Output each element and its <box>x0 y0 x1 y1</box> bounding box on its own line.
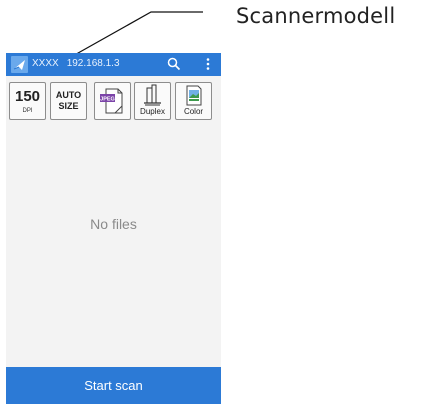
resolution-value: 150 <box>14 88 41 105</box>
phone-screen: XXXX 192.168.1.3 150 DPI AUTO SIZE JPEG … <box>6 53 221 404</box>
scanner-ip-address: 192.168.1.3 <box>66 58 120 69</box>
color-mode-label: Color <box>183 107 204 116</box>
empty-list-message: No files <box>90 216 137 232</box>
search-icon[interactable] <box>166 56 182 72</box>
scan-settings-toolbar: 150 DPI AUTO SIZE JPEG Duplex Color <box>6 76 221 127</box>
scanner-model-name: XXXX <box>32 58 59 69</box>
color-mode-button[interactable]: Color <box>175 82 212 120</box>
callout-label: Scannermodell <box>236 4 396 28</box>
app-bar: XXXX 192.168.1.3 <box>6 53 221 76</box>
overflow-menu-icon[interactable] <box>200 56 216 72</box>
paper-size-line1: AUTO <box>55 90 82 100</box>
file-format-button[interactable]: JPEG <box>94 82 131 120</box>
jpeg-file-icon: JPEG <box>100 88 123 114</box>
resolution-button[interactable]: 150 DPI <box>9 82 46 120</box>
start-scan-button[interactable]: Start scan <box>6 367 221 404</box>
paper-size-line2: SIZE <box>58 101 79 111</box>
duplex-button[interactable]: Duplex <box>134 82 171 120</box>
app-logo-icon[interactable] <box>11 56 28 73</box>
color-mode-icon <box>186 85 202 106</box>
resolution-unit: DPI <box>22 108 33 114</box>
scanner-model[interactable]: XXXX 192.168.1.3 <box>32 58 120 69</box>
paper-size-button[interactable]: AUTO SIZE <box>50 82 87 120</box>
duplex-icon <box>144 84 161 106</box>
duplex-label: Duplex <box>140 107 165 116</box>
file-format-label: JPEG <box>100 97 115 103</box>
